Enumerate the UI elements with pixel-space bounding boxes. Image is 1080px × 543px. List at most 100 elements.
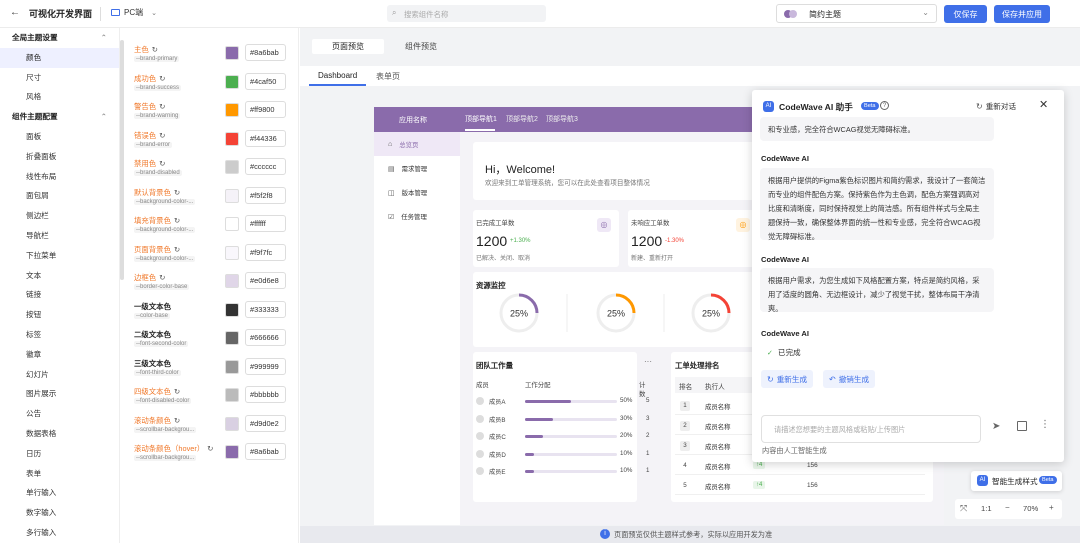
- side-nav-item[interactable]: ☑ 任务管理: [388, 212, 427, 222]
- sidebar-item[interactable]: 尺寸: [0, 68, 119, 88]
- device-select[interactable]: PC端 ⌄: [111, 7, 157, 18]
- regenerate-button[interactable]: ↻ 重新生成: [761, 370, 814, 388]
- sidebar-item[interactable]: 徽章: [0, 345, 119, 365]
- save-button[interactable]: 仅保存: [944, 5, 987, 23]
- tab-component-preview[interactable]: 组件预览: [386, 39, 456, 54]
- fit-screen-icon[interactable]: ⤧: [960, 503, 967, 514]
- top-nav-item[interactable]: 顶部导航1: [465, 114, 497, 124]
- more-icon[interactable]: ···: [644, 357, 652, 366]
- zoom-ratio-button[interactable]: 1:1: [981, 504, 992, 513]
- hex-input[interactable]: #d9d0e2: [245, 414, 286, 432]
- color-swatch[interactable]: [225, 359, 239, 374]
- sidebar-item[interactable]: 折叠面板: [0, 147, 119, 167]
- sidebar-item[interactable]: 数字输入: [0, 503, 119, 523]
- color-swatch[interactable]: [225, 74, 239, 89]
- undo-generate-button[interactable]: ↶ 撤销生成: [823, 370, 876, 388]
- reset-icon[interactable]: ↻: [159, 273, 165, 282]
- restart-chat-button[interactable]: ↻ 重新对话: [976, 101, 1016, 112]
- color-swatch[interactable]: [225, 160, 239, 174]
- reset-icon[interactable]: ↻: [159, 102, 165, 111]
- hex-input[interactable]: #999999: [245, 357, 286, 375]
- color-swatch[interactable]: [225, 331, 239, 345]
- color-swatch[interactable]: [225, 388, 239, 402]
- color-swatch[interactable]: [225, 188, 239, 203]
- color-swatch[interactable]: [225, 274, 239, 288]
- color-swatch[interactable]: [225, 46, 239, 60]
- sidebar-item[interactable]: 数据表格: [0, 424, 119, 444]
- subtab-dashboard[interactable]: Dashboard: [318, 71, 357, 80]
- hex-input[interactable]: #4caf50: [245, 72, 286, 90]
- sidebar-group[interactable]: 组件主题配置 ⌃: [0, 107, 119, 127]
- hex-input[interactable]: #8a6bab: [245, 443, 286, 460]
- hex-input[interactable]: #cccccc: [245, 158, 286, 175]
- reset-icon[interactable]: ↻: [174, 416, 180, 425]
- theme-select[interactable]: 简约主题 ⌄: [776, 4, 937, 23]
- send-icon[interactable]: ➤: [992, 421, 1000, 432]
- hex-input[interactable]: #ff9800: [245, 101, 286, 118]
- reset-icon[interactable]: ↻: [174, 387, 180, 396]
- hex-input[interactable]: #f44336: [245, 129, 286, 147]
- top-nav-item[interactable]: 顶部导航2: [506, 114, 538, 124]
- side-nav-item[interactable]: ◫ 版本管理: [388, 188, 427, 198]
- side-nav-item[interactable]: ⌂ 总览页: [388, 140, 418, 149]
- hex-input[interactable]: #f9f7fc: [245, 243, 286, 261]
- sidebar-item[interactable]: 多行输入: [0, 523, 119, 543]
- sidebar-item[interactable]: 按钮: [0, 305, 119, 325]
- sidebar-item[interactable]: 面板: [0, 127, 119, 147]
- reset-icon[interactable]: ↻: [152, 45, 158, 54]
- hex-input[interactable]: #f5f2f8: [245, 186, 286, 204]
- top-nav-item[interactable]: 顶部导航3: [546, 114, 578, 124]
- help-icon[interactable]: ?: [880, 101, 889, 110]
- search-input[interactable]: ⌕ 搜索组件名称: [387, 5, 546, 22]
- save-apply-button[interactable]: 保存并应用: [994, 5, 1050, 23]
- color-swatch[interactable]: [225, 131, 239, 146]
- hex-input[interactable]: #bbbbbb: [245, 386, 286, 403]
- sidebar-item[interactable]: 日历: [0, 444, 119, 464]
- subtab-form[interactable]: 表单页: [376, 71, 400, 82]
- sidebar-item[interactable]: 标签: [0, 325, 119, 345]
- image-upload-icon[interactable]: [1017, 421, 1027, 431]
- sidebar-item[interactable]: 侧边栏: [0, 206, 119, 226]
- color-swatch[interactable]: [225, 445, 239, 459]
- sidebar-item[interactable]: 文本: [0, 266, 119, 286]
- sidebar-item[interactable]: 链接: [0, 285, 119, 305]
- color-swatch[interactable]: [225, 302, 239, 317]
- hex-input[interactable]: #666666: [245, 329, 286, 346]
- color-swatch[interactable]: [225, 217, 239, 231]
- sidebar-item[interactable]: 表单: [0, 464, 119, 484]
- hex-input[interactable]: #e0d6e8: [245, 272, 286, 289]
- color-swatch[interactable]: [225, 245, 239, 260]
- reset-icon[interactable]: ↻: [174, 188, 180, 197]
- sidebar-item[interactable]: 公告: [0, 404, 119, 424]
- back-arrow-icon[interactable]: ←: [10, 7, 20, 18]
- reset-icon[interactable]: ↻: [159, 131, 165, 140]
- reset-icon[interactable]: ↻: [207, 444, 213, 453]
- hex-input[interactable]: #ffffff: [245, 215, 286, 232]
- zoom-out-button[interactable]: −: [1005, 503, 1010, 512]
- tab-page-preview[interactable]: 页面预览: [312, 39, 384, 54]
- sidebar-item[interactable]: 线性布局: [0, 167, 119, 187]
- side-nav-item[interactable]: ▤ 需求管理: [388, 164, 427, 174]
- sidebar-item[interactable]: 图片展示: [0, 384, 119, 404]
- reset-icon[interactable]: ↻: [174, 245, 180, 254]
- sidebar-item[interactable]: 风格: [0, 87, 119, 107]
- color-swatch[interactable]: [225, 416, 239, 431]
- sidebar-item[interactable]: 幻灯片: [0, 365, 119, 385]
- close-icon[interactable]: ✕: [1039, 98, 1048, 111]
- sidebar-item[interactable]: 下拉菜单: [0, 246, 119, 266]
- reset-icon[interactable]: ↻: [159, 74, 165, 83]
- color-swatch[interactable]: [225, 103, 239, 117]
- zoom-in-button[interactable]: +: [1049, 503, 1054, 512]
- sidebar-group[interactable]: 全局主题设置 ⌃: [0, 28, 119, 48]
- sidebar-item[interactable]: 导航栏: [0, 226, 119, 246]
- sidebar-item[interactable]: 面包屑: [0, 186, 119, 206]
- hex-input[interactable]: #8a6bab: [245, 44, 286, 61]
- prompt-input[interactable]: 请描述您想要的主题风格或粘贴/上传图片: [761, 415, 981, 443]
- more-vertical-icon[interactable]: ⋮: [1040, 419, 1050, 430]
- sidebar-item[interactable]: 颜色: [0, 47, 119, 68]
- sidebar-item[interactable]: 单行输入: [0, 483, 119, 503]
- hex-input[interactable]: #333333: [245, 300, 286, 318]
- reset-icon[interactable]: ↻: [174, 216, 180, 225]
- reset-icon[interactable]: ↻: [159, 159, 165, 168]
- smart-generate-button[interactable]: AI 智能生成样式 Beta: [971, 471, 1062, 491]
